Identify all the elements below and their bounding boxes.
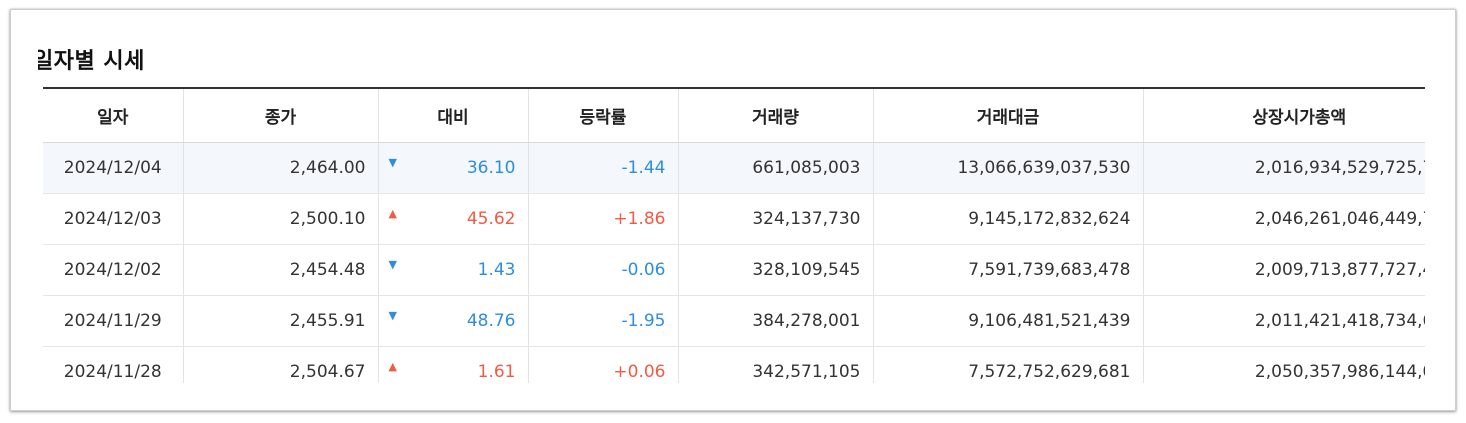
cell-close: 2,455.91 [182, 295, 378, 347]
cell-rate: +1.86 [527, 193, 678, 245]
cell-amount: 9,145,172,832,624 [872, 193, 1143, 245]
cell-change: ▼ 48.76 [377, 295, 528, 347]
cell-market-cap: 2,016,934,529,725,719 [1142, 142, 1425, 194]
change-value: 36.10 [466, 157, 516, 178]
daily-price-panel: 일자별 시세 일자 종가 대비 등락률 거래량 거래대금 상장시가총액 2024… [10, 9, 1456, 411]
cell-change: ▼ 36.10 [377, 142, 528, 194]
cell-date: 2024/12/04 [43, 142, 183, 194]
cell-close: 2,500.10 [182, 193, 378, 245]
down-arrow-icon: ▼ [388, 257, 397, 271]
cell-volume: 324,137,730 [677, 193, 873, 245]
table-row: 2024/11/29 2,455.91 ▼ 48.76 -1.95 384,278… [43, 295, 1425, 347]
table-header-row: 일자 종가 대비 등락률 거래량 거래대금 상장시가총액 [43, 87, 1425, 143]
cell-close: 2,464.00 [182, 142, 378, 194]
cell-volume: 342,571,105 [677, 346, 873, 383]
header-volume[interactable]: 거래량 [677, 87, 873, 143]
change-value: 45.62 [466, 208, 516, 229]
up-arrow-icon: ▲ [388, 359, 397, 373]
cell-market-cap: 2,046,261,046,449,732 [1142, 193, 1425, 245]
header-change[interactable]: 대비 [377, 87, 528, 143]
change-value: 1.61 [477, 361, 516, 382]
cell-market-cap: 2,011,421,418,734,674 [1142, 295, 1425, 347]
header-close[interactable]: 종가 [182, 87, 378, 143]
header-amount[interactable]: 거래대금 [872, 87, 1143, 143]
panel-title: 일자별 시세 [33, 49, 145, 74]
cell-rate: +0.06 [527, 346, 678, 383]
cell-change: ▲ 45.62 [377, 193, 528, 245]
down-arrow-icon: ▼ [388, 155, 397, 169]
table-row: 2024/12/03 2,500.10 ▲ 45.62 +1.86 324,137… [43, 193, 1425, 245]
cell-volume: 661,085,003 [677, 142, 873, 194]
cell-amount: 7,572,752,629,681 [872, 346, 1143, 383]
change-value: 1.43 [477, 259, 516, 280]
cell-market-cap: 2,050,357,986,144,085 [1142, 346, 1425, 383]
cell-date: 2024/12/02 [43, 244, 183, 296]
cell-rate: -1.95 [527, 295, 678, 347]
header-market-cap[interactable]: 상장시가총액 [1142, 87, 1425, 143]
cell-amount: 7,591,739,683,478 [872, 244, 1143, 296]
cell-amount: 13,066,639,037,530 [872, 142, 1143, 194]
cell-change: ▲ 1.61 [377, 346, 528, 383]
header-rate[interactable]: 등락률 [527, 87, 678, 143]
down-arrow-icon: ▼ [388, 308, 397, 322]
daily-price-table-scroll[interactable]: 일자 종가 대비 등락률 거래량 거래대금 상장시가총액 2024/12/04 … [43, 87, 1425, 383]
up-arrow-icon: ▲ [388, 206, 397, 220]
cell-market-cap: 2,009,713,877,727,404 [1142, 244, 1425, 296]
change-value: 48.76 [466, 310, 516, 331]
cell-date: 2024/11/28 [43, 346, 183, 383]
cell-volume: 384,278,001 [677, 295, 873, 347]
table-row: 2024/12/04 2,464.00 ▼ 36.10 -1.44 661,085… [43, 142, 1425, 194]
cell-volume: 328,109,545 [677, 244, 873, 296]
table-row: 2024/12/02 2,454.48 ▼ 1.43 -0.06 328,109,… [43, 244, 1425, 296]
cell-amount: 9,106,481,521,439 [872, 295, 1143, 347]
cell-change: ▼ 1.43 [377, 244, 528, 296]
cell-rate: -0.06 [527, 244, 678, 296]
title-clip [11, 38, 38, 74]
cell-close: 2,454.48 [182, 244, 378, 296]
daily-price-table: 일자 종가 대비 등락률 거래량 거래대금 상장시가총액 2024/12/04 … [43, 87, 1425, 383]
header-date[interactable]: 일자 [43, 87, 183, 143]
cell-rate: -1.44 [527, 142, 678, 194]
cell-close: 2,504.67 [182, 346, 378, 383]
table-row: 2024/11/28 2,504.67 ▲ 1.61 +0.06 342,571,… [43, 346, 1425, 383]
cell-date: 2024/12/03 [43, 193, 183, 245]
cell-date: 2024/11/29 [43, 295, 183, 347]
